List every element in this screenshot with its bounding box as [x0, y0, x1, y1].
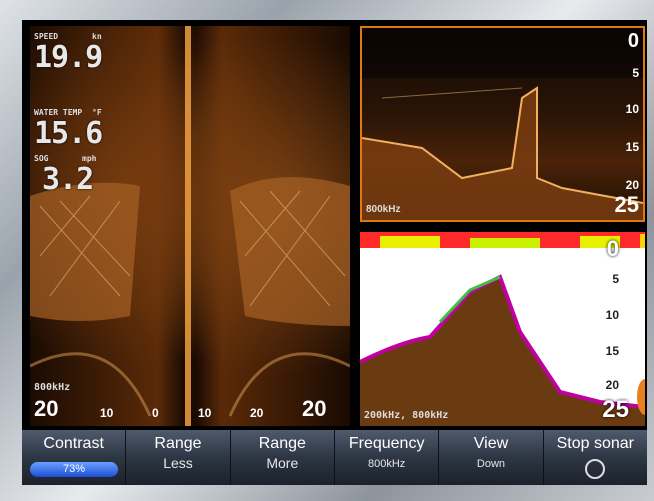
sonar-depth-bottom: 25: [602, 396, 629, 423]
structure-left: [30, 182, 140, 321]
down-depth-tick: 5: [632, 66, 639, 80]
frequency-value: 800kHz: [368, 458, 406, 470]
sonar-depth-tick: 15: [605, 344, 619, 358]
scale-tick: 10: [100, 406, 114, 420]
contrast-level-bar[interactable]: 73%: [30, 462, 118, 477]
sonar-depth-tick: 5: [612, 272, 619, 286]
down-scan-image: [362, 28, 643, 220]
contrast-value: 73%: [62, 463, 86, 475]
scale-tick: 0: [152, 406, 159, 420]
sonar-depth-tick: 20: [605, 378, 619, 392]
down-depth-top: 0: [627, 30, 639, 52]
view-button[interactable]: View Down: [439, 430, 544, 485]
scale-tick: 20: [250, 406, 264, 420]
view-label: View: [473, 435, 509, 452]
range-less-sub: Less: [163, 455, 193, 471]
screen: SPEED kn 19.9 WATER TEMP °F 15.6 SOG mph…: [22, 20, 647, 485]
down-depth-tick: 15: [625, 140, 639, 154]
range-less-button[interactable]: Range Less: [126, 430, 231, 485]
sonar-view[interactable]: 0 5 10 15 20 200kHz, 800kHz 25: [360, 232, 645, 426]
range-more-button[interactable]: Range More: [231, 430, 335, 485]
down-depth-tick: 20: [625, 178, 639, 192]
range-less-label: Range: [154, 435, 202, 452]
bottom-structure: [362, 88, 643, 220]
side-frequency: 800kHz: [34, 382, 71, 393]
range-more-sub: More: [266, 455, 299, 471]
range-right: 20: [302, 396, 327, 421]
side-scan-image: [30, 26, 350, 426]
view-value: Down: [476, 458, 506, 470]
contrast-button[interactable]: Contrast 73%: [22, 430, 127, 485]
sonar-depth-top: 0: [606, 236, 619, 261]
down-depth-tick: 10: [625, 102, 639, 116]
frequency-button[interactable]: Frequency 800kHz: [335, 430, 440, 485]
stop-circle-icon: [585, 459, 606, 479]
temp-value: 15.6: [34, 116, 103, 151]
range-more-label: Range: [258, 435, 306, 452]
scale-tick: 10: [198, 406, 212, 420]
down-depth-bottom: 25: [614, 192, 639, 217]
down-frequency: 800kHz: [366, 204, 401, 215]
softkey-menu: Contrast 73% Range Less Range More Frequ…: [22, 430, 647, 485]
stop-sonar-label: Stop sonar: [556, 435, 634, 452]
down-scan-view[interactable]: 0 5 10 15 20 800kHz 25: [360, 26, 645, 222]
sonar-depth-tick: 10: [605, 308, 619, 322]
range-left: 20: [34, 396, 59, 421]
speed-value: 19.9: [34, 40, 103, 75]
stop-sonar-button[interactable]: Stop sonar: [544, 430, 647, 485]
sonar-frequency: 200kHz, 800kHz: [364, 410, 449, 421]
contrast-label: Contrast: [43, 435, 104, 452]
sog-value: 3.2: [42, 162, 94, 197]
center-trace: [185, 26, 191, 426]
display-bezel: SPEED kn 19.9 WATER TEMP °F 15.6 SOG mph…: [0, 0, 654, 501]
side-scan-view[interactable]: SPEED kn 19.9 WATER TEMP °F 15.6 SOG mph…: [30, 26, 350, 426]
frequency-label: Frequency: [348, 435, 425, 452]
